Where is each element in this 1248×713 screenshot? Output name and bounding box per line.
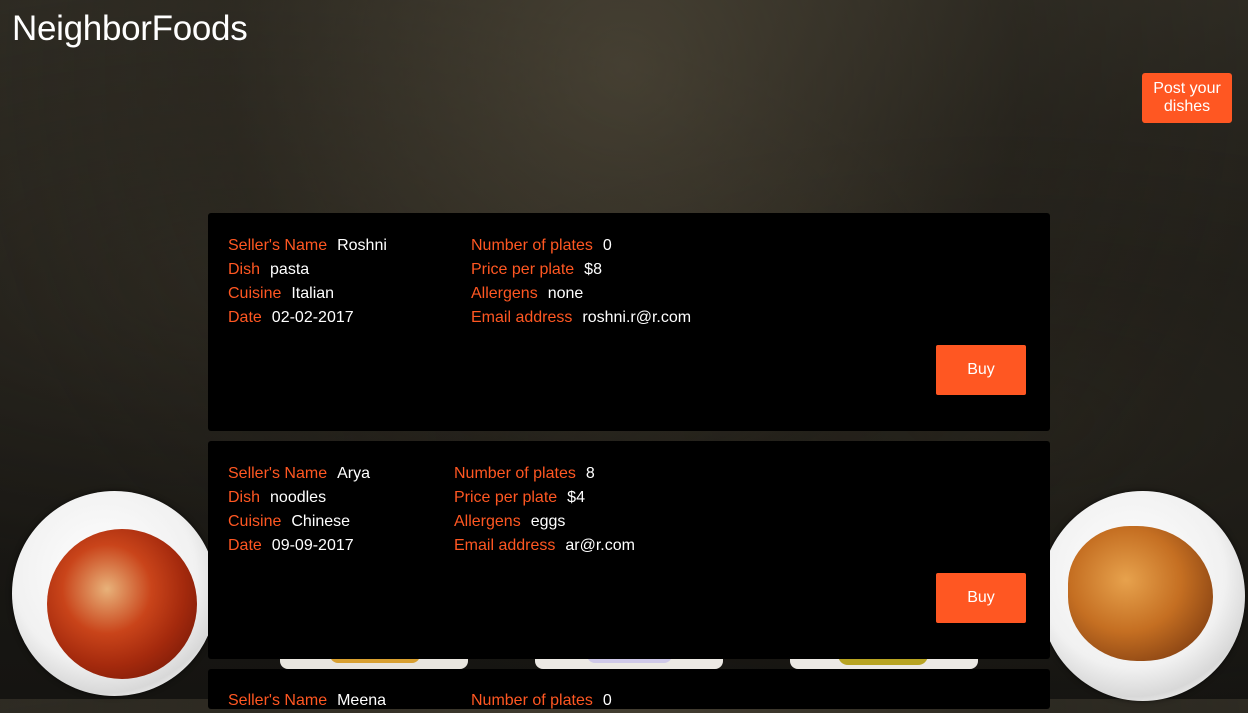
listing-info-left: Seller's Name Meena: [228, 689, 386, 713]
croissant-plate-image: [1040, 491, 1245, 701]
price-value: $4: [567, 489, 585, 506]
seller-name-label: Seller's Name: [228, 237, 328, 254]
seller-name-value: Arya: [337, 465, 370, 482]
buy-button[interactable]: Buy: [936, 573, 1026, 623]
soup-plate-image: [12, 491, 217, 696]
email-label: Email address: [471, 309, 573, 326]
price-value: $8: [584, 261, 602, 278]
plates-label: Number of plates: [471, 237, 593, 254]
email-value: roshni.r@r.com: [582, 309, 692, 326]
cuisine-label: Cuisine: [228, 285, 282, 302]
date-label: Date: [228, 537, 262, 554]
brand-title: NeighborFoods: [12, 9, 248, 48]
price-label: Price per plate: [454, 489, 558, 506]
price-label: Price per plate: [471, 261, 575, 278]
buy-button[interactable]: Buy: [936, 345, 1026, 395]
date-value: 02-02-2017: [271, 309, 354, 326]
seller-name-label: Seller's Name: [228, 465, 328, 482]
dish-label: Dish: [228, 489, 261, 506]
listing-card: Seller's Name Roshni Dish pasta Cuisine Ita…: [208, 213, 1050, 431]
post-dishes-button[interactable]: Post your dishes: [1142, 73, 1232, 123]
date-value: 09-09-2017: [271, 537, 354, 554]
cuisine-value: Italian: [291, 285, 335, 302]
listing-card: Seller's Name Meena Number of plates 0: [208, 669, 1050, 709]
listing-card: Seller's Name Arya Dish noodles Cuisine Chi…: [208, 441, 1050, 659]
seller-name-value: Meena: [337, 692, 387, 709]
email-label: Email address: [454, 537, 556, 554]
allergens-value: none: [547, 285, 584, 302]
allergens-value: eggs: [530, 513, 566, 530]
seller-name-label: Seller's Name: [228, 692, 328, 709]
listing-info-left: Seller's Name Roshni Dish pasta Cuisine Ita…: [228, 234, 387, 330]
listing-info-left: Seller's Name Arya Dish noodles Cuisine Chi…: [228, 462, 370, 558]
seller-name-value: Roshni: [337, 237, 387, 254]
plates-value: 8: [585, 465, 595, 482]
email-value: ar@r.com: [565, 537, 635, 554]
listing-info-right: Number of plates 0: [471, 689, 612, 713]
allergens-label: Allergens: [471, 285, 538, 302]
plates-label: Number of plates: [454, 465, 576, 482]
cuisine-value: Chinese: [291, 513, 351, 530]
cuisine-label: Cuisine: [228, 513, 282, 530]
plates-label: Number of plates: [471, 692, 593, 709]
date-label: Date: [228, 309, 262, 326]
dish-value: noodles: [270, 489, 327, 506]
listing-info-right: Number of plates 8 Price per plate $4 Alle…: [454, 462, 635, 558]
listing-info-right: Number of plates 0 Price per plate $8 Alle…: [471, 234, 691, 330]
plates-value: 0: [602, 692, 612, 709]
dish-value: pasta: [270, 261, 310, 278]
plates-value: 0: [602, 237, 612, 254]
allergens-label: Allergens: [454, 513, 521, 530]
dish-label: Dish: [228, 261, 261, 278]
